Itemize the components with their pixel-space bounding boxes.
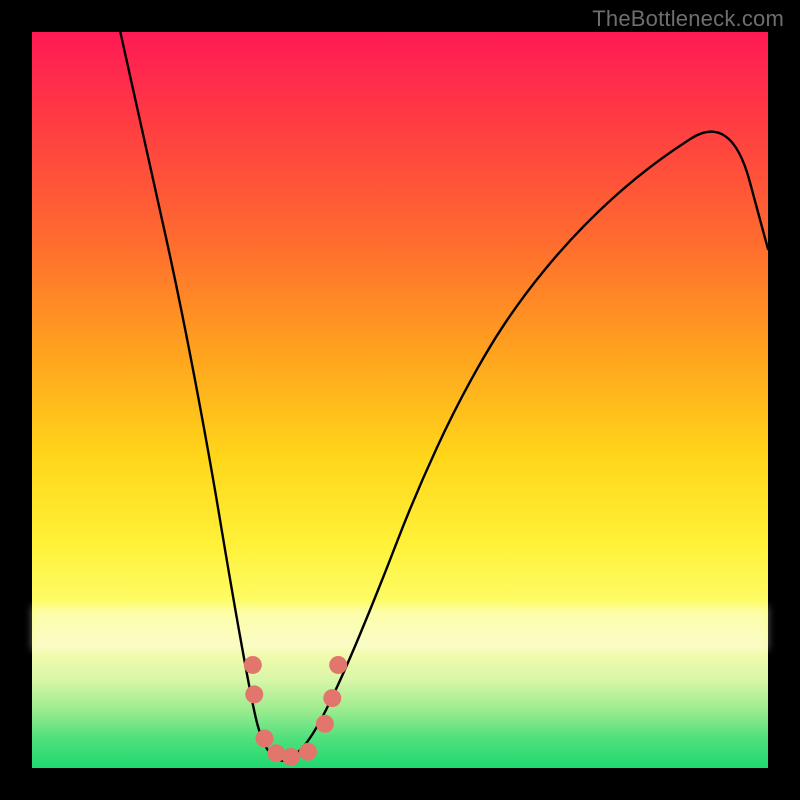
bottleneck-curve: [120, 32, 768, 761]
marker-dot: [282, 748, 300, 766]
curve-layer: [32, 32, 768, 768]
chart-frame: TheBottleneck.com: [0, 0, 800, 800]
marker-dot: [323, 689, 341, 707]
marker-dot: [256, 730, 274, 748]
marker-group: [244, 656, 347, 766]
plot-area: [32, 32, 768, 768]
marker-dot: [244, 656, 262, 674]
watermark-text: TheBottleneck.com: [592, 6, 784, 32]
marker-dot: [329, 656, 347, 674]
marker-dot: [245, 685, 263, 703]
marker-dot: [299, 743, 317, 761]
marker-dot: [316, 715, 334, 733]
